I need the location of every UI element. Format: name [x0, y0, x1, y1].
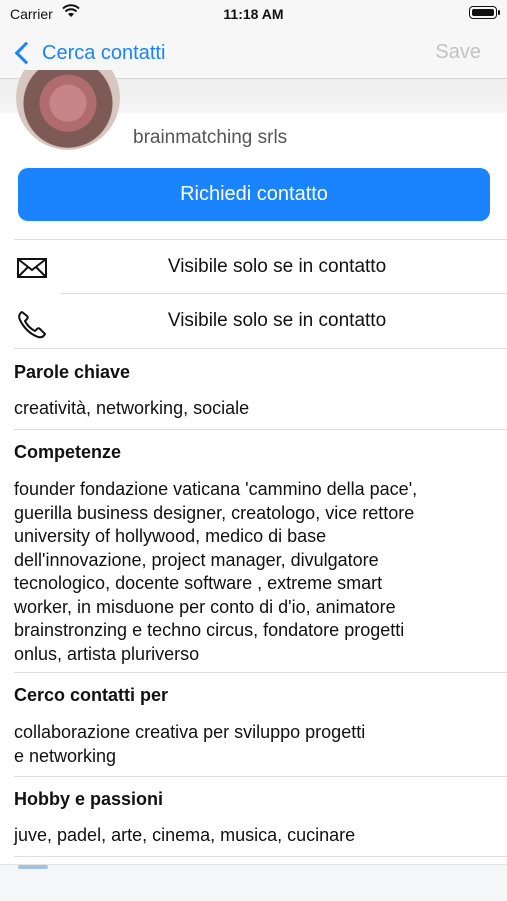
skills-line: worker, in misduone per conto di d'io, a… [14, 596, 396, 617]
phone-row[interactable]: Visibile solo se in contatto [0, 294, 507, 348]
avatar [16, 70, 120, 150]
keywords-title: Parole chiave [14, 362, 131, 382]
company-name: brainmatching srls [133, 127, 288, 148]
save-button[interactable]: Save [435, 41, 481, 64]
divider [14, 776, 507, 777]
looking-for-title: Cerco contatti per [14, 685, 169, 705]
status-time: 11:18 AM [223, 6, 284, 22]
looking-for-body: collaborazione creativa per sviluppo pro… [14, 721, 484, 768]
keywords-body: creatività, networking, sociale [14, 398, 250, 418]
phone-visibility-text: Visibile solo se in contatto [167, 310, 387, 331]
email-row[interactable]: Visibile solo se in contatto [0, 240, 507, 294]
skills-body: founder fondazione vaticana 'cammino del… [14, 478, 484, 666]
back-button[interactable]: Cerca contatti [14, 38, 165, 68]
scroll-peek-element [18, 865, 48, 869]
skills-line: founder fondazione vaticana 'cammino del… [14, 479, 418, 499]
hobbies-title: Hobby e passioni [14, 789, 164, 809]
divider [14, 856, 507, 857]
back-button-label: Cerca contatti [42, 41, 166, 64]
divider [14, 429, 507, 430]
skills-title: Competenze [14, 442, 122, 462]
divider [14, 348, 507, 349]
looking-for-line: e networking [14, 745, 117, 766]
skills-line: dell'innovazione, project manager, divul… [14, 549, 379, 570]
skills-line: brainstronzing e techno circus, fondator… [14, 620, 405, 640]
skills-line: guerilla business designer, creatologo, … [14, 502, 415, 523]
chevron-left-icon [14, 41, 38, 65]
status-bar: Carrier 11:18 AM [0, 0, 507, 28]
skills-line: onlus, artista pluriverso [14, 643, 200, 664]
skills-line: university of hollywood, medico di base [14, 526, 327, 546]
skills-line: tecnologico, docente software , extreme … [14, 573, 383, 593]
email-visibility-text: Visibile solo se in contatto [167, 256, 387, 277]
looking-for-line: collaborazione creativa per sviluppo pro… [14, 722, 366, 742]
divider [14, 672, 507, 673]
request-contact-button[interactable]: Richiedi contatto [18, 168, 490, 221]
bottom-toolbar [0, 864, 507, 901]
hobbies-body: juve, padel, arte, cinema, musica, cucin… [14, 825, 356, 845]
battery-icon [469, 6, 500, 19]
